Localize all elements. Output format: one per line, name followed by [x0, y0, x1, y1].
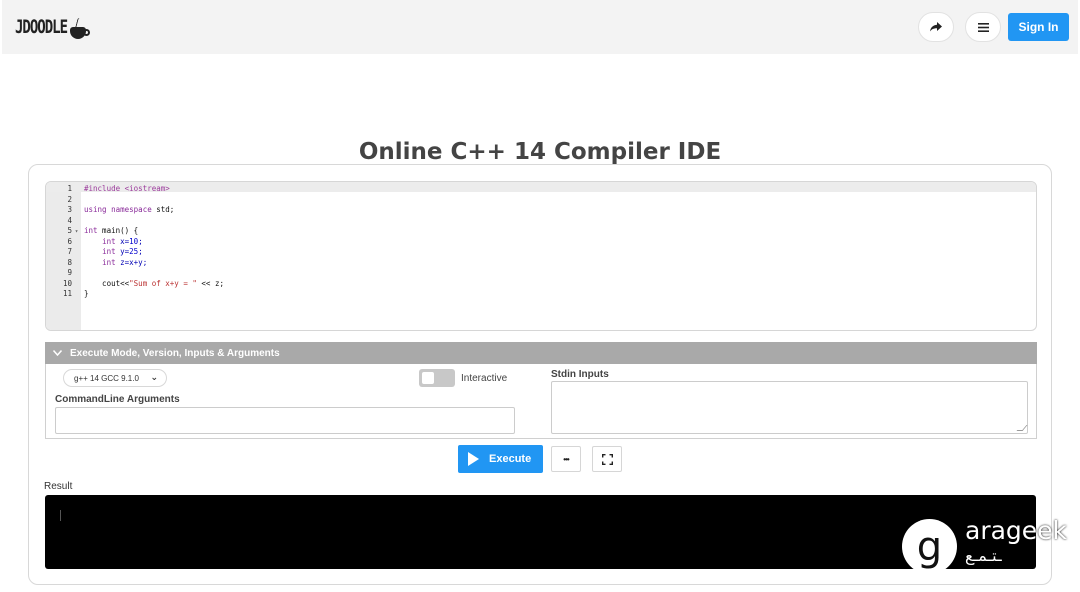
- code-line[interactable]: 5 ▾ int main() {: [46, 226, 1036, 237]
- code-token: int: [102, 247, 116, 256]
- play-icon: [468, 452, 479, 466]
- code-token: y=: [115, 247, 130, 256]
- toggle-knob: [422, 372, 434, 384]
- code-line[interactable]: 1 #include <iostream>: [46, 184, 1036, 195]
- watermark-text: arageek: [965, 516, 1068, 545]
- text-cursor: [60, 510, 61, 521]
- cmd-args-label: CommandLine Arguments: [55, 394, 180, 405]
- code-token: 10: [129, 236, 139, 246]
- jdoodle-logo[interactable]: JDOODLE: [15, 4, 91, 48]
- line-number: 8: [67, 257, 72, 267]
- line-number: 3: [67, 205, 72, 214]
- code-token: int: [102, 236, 116, 246]
- code-line[interactable]: 9: [46, 268, 1036, 279]
- code-token: #include <iostream>: [84, 184, 170, 193]
- ide-panel: 1 #include <iostream> 2 3 using namespace st…: [28, 164, 1052, 585]
- code-token: std;: [151, 205, 175, 214]
- logo-text: JDOODLE: [15, 17, 68, 38]
- code-line[interactable]: 2: [46, 195, 1036, 206]
- code-editor[interactable]: 1 #include <iostream> 2 3 using namespace st…: [45, 181, 1037, 331]
- code-text: #include <iostream>: [84, 184, 170, 195]
- execute-label: Execute: [489, 453, 532, 465]
- code-line[interactable]: 3 using namespace std;: [46, 205, 1036, 216]
- ellipsis-icon: •••: [563, 454, 569, 464]
- code-text: int z=x+y;: [84, 258, 147, 269]
- resize-grip-icon[interactable]: [1016, 425, 1028, 431]
- page-title: Online C++ 14 Compiler IDE: [358, 139, 722, 165]
- code-token: << z;: [196, 278, 224, 288]
- fullscreen-icon: [601, 453, 613, 465]
- interactive-label: Interactive: [461, 373, 508, 384]
- code-text: cout<<"Sum of x+y = " << z;: [84, 279, 224, 290]
- code-token: x=: [115, 236, 130, 246]
- top-navbar: JDOODLE Sign In: [2, 0, 1078, 54]
- code-token: ;: [138, 247, 143, 256]
- cmd-args-input[interactable]: [55, 407, 515, 434]
- more-options-button[interactable]: •••: [551, 446, 581, 472]
- watermark-subtext: ـتـمـع: [965, 546, 1002, 565]
- line-number: 4: [67, 215, 72, 225]
- code-token: "Sum of x+y = ": [129, 278, 197, 288]
- execute-options-header[interactable]: Execute Mode, Version, Inputs & Argument…: [45, 342, 1037, 364]
- line-number: 10: [62, 278, 72, 288]
- version-select-value: g++ 14 GCC 9.1.0: [74, 373, 139, 383]
- code-line[interactable]: 6 int x=10;: [46, 237, 1036, 248]
- code-token: int: [84, 226, 98, 235]
- code-text: int main() {: [84, 226, 138, 237]
- execute-button[interactable]: Execute: [458, 445, 543, 473]
- watermark-letter: g: [902, 519, 957, 574]
- code-line[interactable]: 4: [46, 216, 1036, 227]
- stdin-input[interactable]: [551, 381, 1028, 434]
- code-token: 25: [129, 247, 139, 256]
- line-number: 1: [67, 184, 72, 193]
- execute-options-title: Execute Mode, Version, Inputs & Argument…: [70, 347, 280, 359]
- code-text: int x=10;: [84, 237, 143, 248]
- line-number: 2: [67, 194, 72, 204]
- line-number: 5: [67, 226, 72, 235]
- coffee-cup-icon: [68, 18, 91, 48]
- code-text: }: [84, 289, 89, 300]
- code-token: z=x+y;: [115, 257, 148, 267]
- version-select[interactable]: g++ 14 GCC 9.1.0 ⌄: [63, 369, 167, 387]
- arageek-watermark-logo: g arageek ـتـمـع: [902, 516, 1067, 574]
- code-token: main() {: [97, 226, 139, 235]
- execute-options-body: g++ 14 GCC 9.1.0 ⌄ Interactive CommandLi…: [45, 364, 1037, 439]
- chevron-down-icon: [52, 348, 63, 359]
- code-token: cout<<: [84, 278, 130, 288]
- code-line[interactable]: 11}: [46, 289, 1036, 300]
- sign-in-button[interactable]: Sign In: [1008, 13, 1069, 41]
- line-number: 6: [67, 236, 72, 246]
- code-token: using namespace: [84, 205, 152, 214]
- line-number: 11: [62, 289, 72, 298]
- code-text: using namespace std;: [84, 205, 174, 216]
- menu-button[interactable]: [965, 12, 1001, 42]
- code-line[interactable]: 8 int z=x+y;: [46, 258, 1036, 269]
- share-button[interactable]: [918, 12, 954, 42]
- code-line[interactable]: 10 cout<<"Sum of x+y = " << z;: [46, 279, 1036, 290]
- code-text: int y=25;: [84, 247, 143, 258]
- line-number: 9: [67, 268, 72, 277]
- result-label: Result: [44, 481, 73, 492]
- code-line[interactable]: 7 int y=25;: [46, 247, 1036, 258]
- fullscreen-button[interactable]: [592, 446, 622, 472]
- code-token: int: [102, 257, 116, 267]
- result-output[interactable]: [45, 495, 1036, 569]
- stdin-label: Stdin Inputs: [551, 369, 609, 380]
- share-icon: [930, 22, 942, 32]
- code-token: }: [84, 289, 89, 298]
- line-number: 7: [67, 247, 72, 256]
- chevron-down-icon: ⌄: [150, 372, 158, 382]
- code-token: ;: [138, 236, 143, 246]
- interactive-toggle[interactable]: [419, 369, 455, 387]
- hamburger-menu-icon: [977, 22, 989, 32]
